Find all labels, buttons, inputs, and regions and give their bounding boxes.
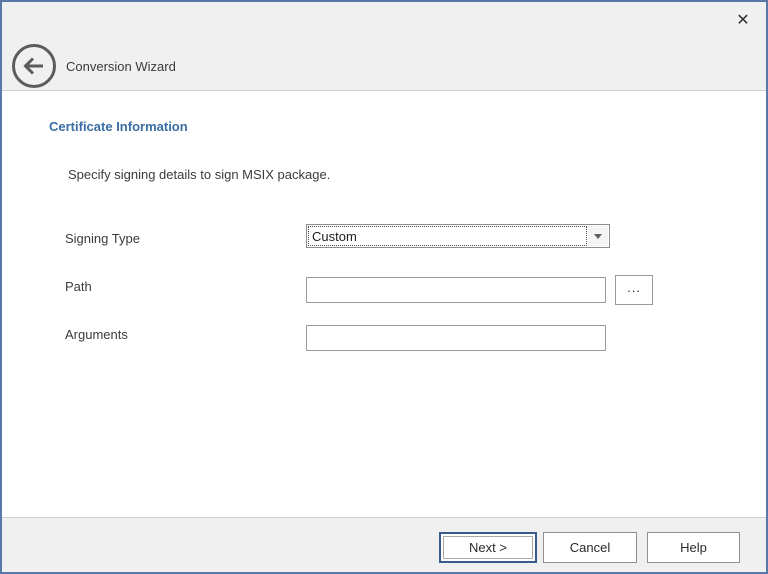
ellipsis-icon: ... (627, 280, 641, 295)
page-title: Certificate Information (49, 119, 188, 134)
cancel-button[interactable]: Cancel (543, 532, 637, 563)
browse-button[interactable]: ... (615, 275, 653, 305)
page-description: Specify signing details to sign MSIX pac… (68, 167, 330, 182)
next-button[interactable]: Next > (439, 532, 537, 563)
signing-type-value[interactable]: Custom (308, 226, 587, 246)
close-icon: ✕ (736, 13, 749, 29)
signing-type-label: Signing Type (65, 231, 140, 246)
path-input[interactable] (306, 277, 606, 303)
help-button[interactable]: Help (647, 532, 740, 563)
dropdown-arrow-button[interactable] (588, 226, 608, 246)
chevron-down-icon (594, 234, 602, 239)
path-label: Path (65, 279, 92, 294)
conversion-wizard-dialog: ✕ Conversion Wizard Certificate Informat… (0, 0, 768, 574)
back-button[interactable] (11, 43, 57, 89)
back-arrow-icon (11, 43, 57, 89)
arguments-input[interactable] (306, 325, 606, 351)
wizard-title: Conversion Wizard (66, 59, 176, 74)
close-button[interactable]: ✕ (730, 8, 756, 34)
wizard-header: ✕ Conversion Wizard (2, 2, 766, 91)
signing-type-dropdown[interactable]: Custom (306, 224, 610, 248)
arguments-label: Arguments (65, 327, 128, 342)
wizard-footer: Next > Cancel Help (2, 517, 766, 572)
